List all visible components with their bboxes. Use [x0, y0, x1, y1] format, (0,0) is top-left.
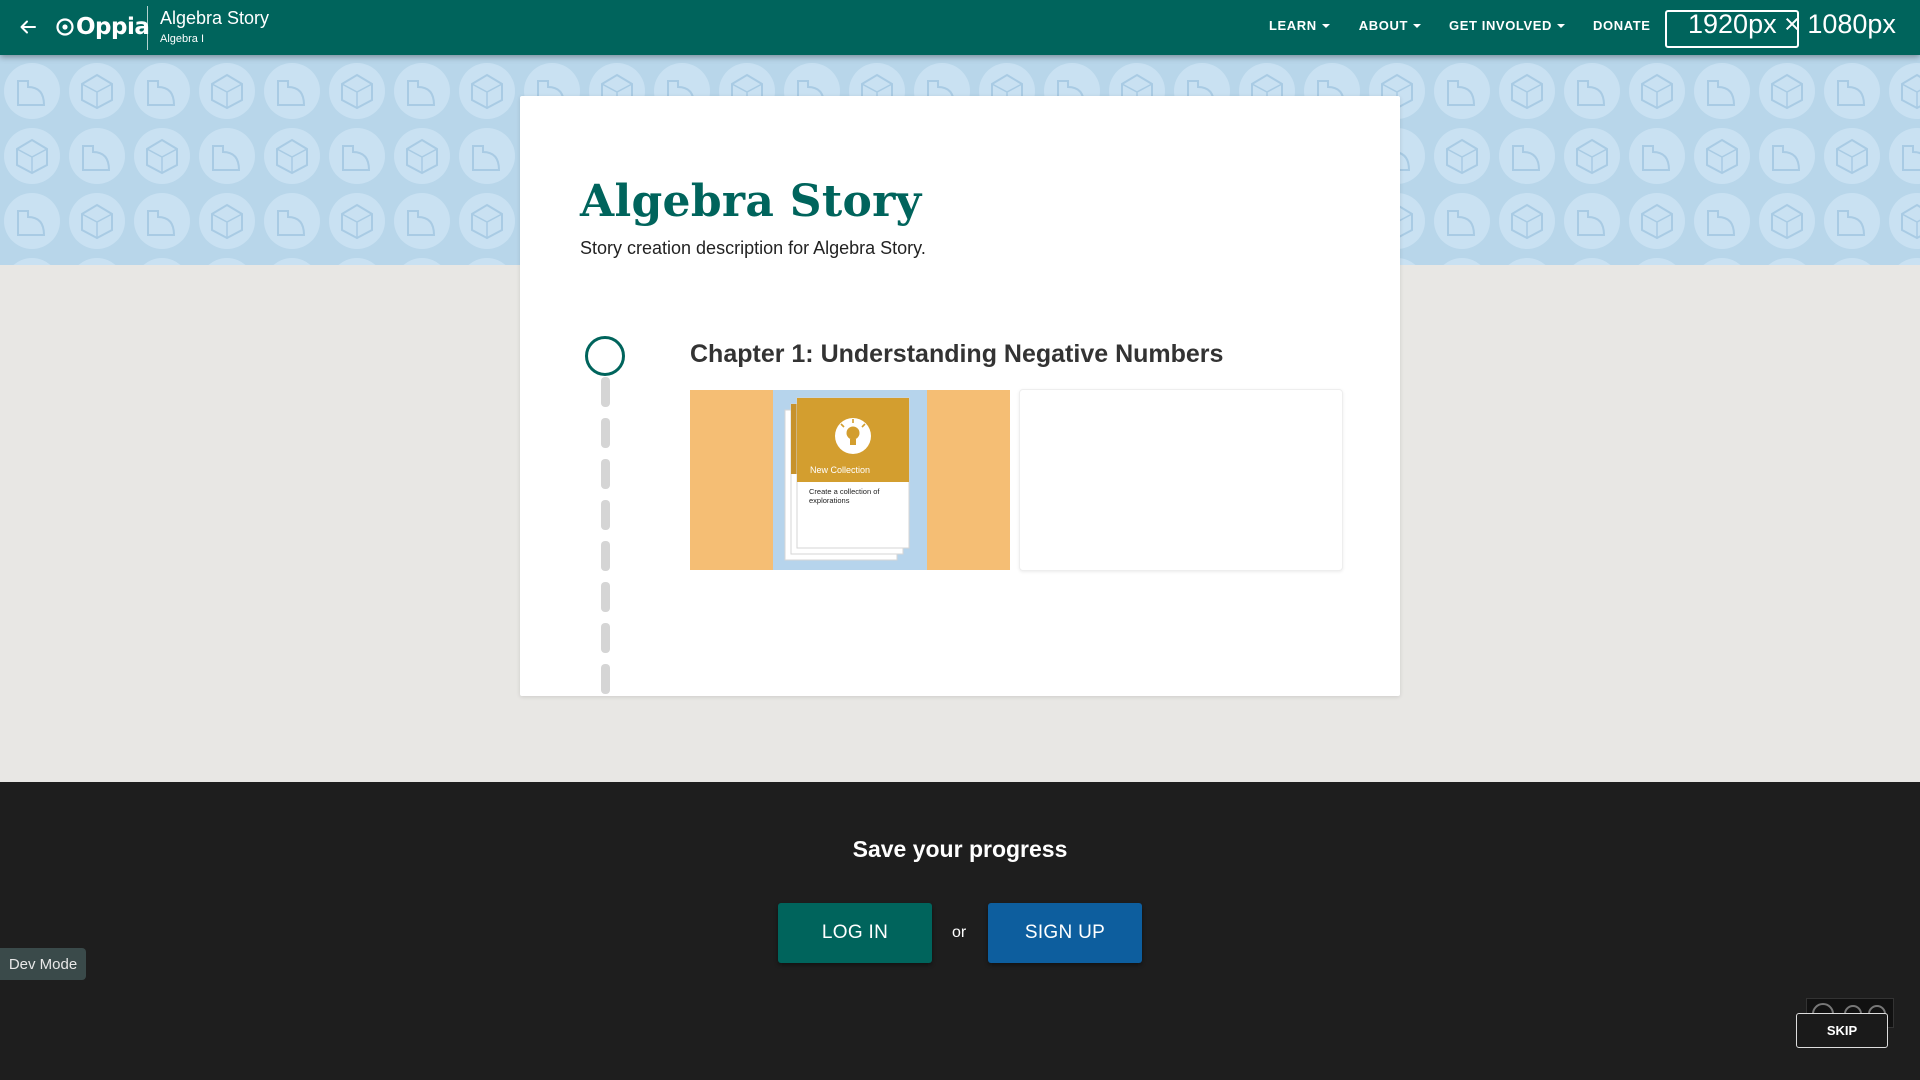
- signup-button[interactable]: SIGN UP: [988, 903, 1142, 963]
- oppia-logo-text: Oppia: [76, 14, 150, 40]
- collection-cards-illustration: [784, 397, 910, 561]
- dev-mode-badge[interactable]: Dev Mode: [0, 948, 86, 980]
- nav-learn-label: LEARN: [1269, 18, 1317, 33]
- chapter-thumbnail[interactable]: New Collection Create a collection of ex…: [690, 390, 1010, 570]
- timeline-dash: [601, 623, 610, 653]
- story-title: Algebra Story: [580, 176, 922, 227]
- save-progress-heading: Save your progress: [852, 836, 1068, 862]
- thumbnail-card-title: New Collection: [810, 465, 871, 475]
- chapter-info-card: [1019, 389, 1343, 571]
- nav-divider: [147, 6, 148, 50]
- nav-about-menu[interactable]: ABOUT: [1359, 18, 1421, 33]
- timeline-dash: [601, 418, 610, 448]
- top-navigation-bar: Oppia Algebra Story Algebra I LEARN ABOU…: [0, 0, 1920, 55]
- nav-links: LEARN ABOUT GET INVOLVED DONATE: [1269, 18, 1651, 33]
- timeline-dash: [601, 582, 610, 612]
- timeline-dash: [601, 459, 610, 489]
- chapter-node-circle: [585, 336, 625, 376]
- nav-get-involved-label: GET INVOLVED: [1449, 18, 1553, 33]
- oppia-logo[interactable]: Oppia: [56, 12, 150, 42]
- dimension-readout: 1920px × 1080px: [1688, 9, 1896, 39]
- save-progress-footer: Save your progress LOG IN or SIGN UP: [0, 782, 1920, 1080]
- nav-get-involved-menu[interactable]: GET INVOLVED: [1449, 18, 1566, 33]
- caret-down-icon: [1557, 23, 1566, 28]
- story-card: Algebra Story Story creation description…: [520, 96, 1400, 696]
- nav-donate-label: DONATE: [1593, 18, 1651, 33]
- or-separator: or: [952, 924, 967, 941]
- nav-about-label: ABOUT: [1358, 18, 1408, 33]
- timeline-dash: [601, 377, 610, 407]
- skip-button[interactable]: SKIP: [1796, 1013, 1888, 1048]
- nav-learn-menu[interactable]: LEARN: [1269, 18, 1330, 33]
- oppia-logo-icon: [56, 18, 74, 36]
- nav-donate-link[interactable]: DONATE: [1593, 18, 1651, 33]
- back-arrow-icon[interactable]: [14, 13, 42, 41]
- chapter-title[interactable]: Chapter 1: Understanding Negative Number…: [690, 340, 1223, 369]
- caret-down-icon: [1413, 23, 1421, 28]
- nav-topic-name: Algebra I: [160, 33, 205, 45]
- timeline-dash: [601, 500, 610, 530]
- nav-story-title: Algebra Story: [160, 8, 270, 28]
- login-button[interactable]: LOG IN: [778, 903, 932, 963]
- story-description: Story creation description for Algebra S…: [580, 238, 926, 258]
- thumbnail-card-text: Create a collection of explorations: [809, 487, 880, 505]
- caret-down-icon: [1321, 23, 1330, 28]
- timeline-dash: [601, 664, 610, 694]
- timeline-dash: [601, 541, 610, 571]
